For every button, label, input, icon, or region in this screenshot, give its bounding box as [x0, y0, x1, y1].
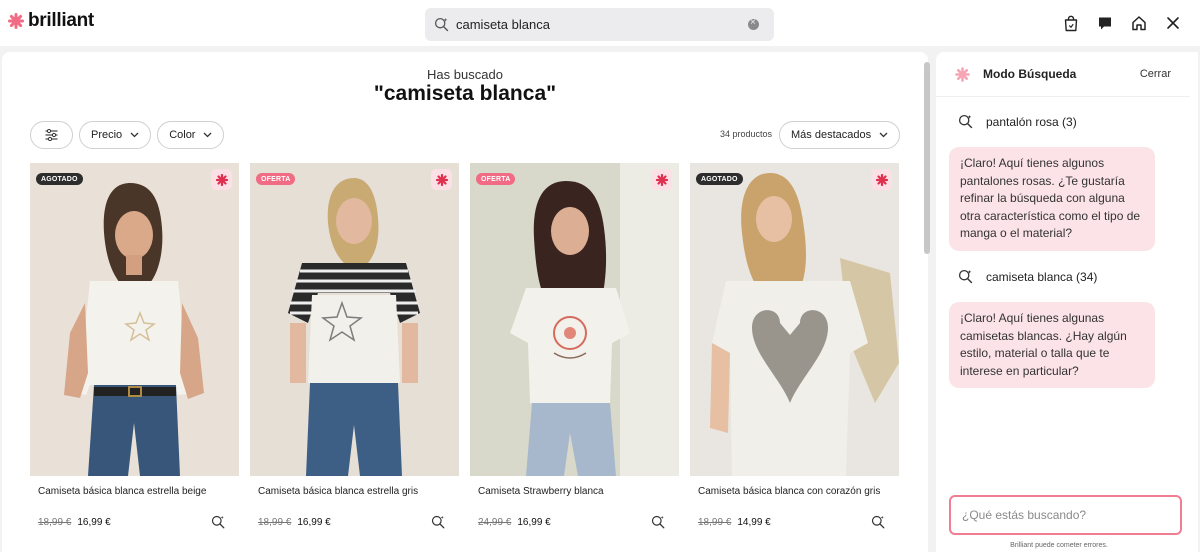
- sort-label: Más destacados: [791, 129, 872, 141]
- price-filter-label: Precio: [91, 129, 123, 141]
- header-actions: [1062, 14, 1182, 32]
- old-price: 18,99 €: [258, 517, 292, 528]
- sale-badge: OFERTA: [256, 173, 296, 185]
- sliders-icon: [45, 129, 58, 141]
- brilliant-badge-icon: [431, 169, 452, 190]
- old-price: 24,99 €: [478, 517, 512, 528]
- old-price: 18,99 €: [38, 517, 72, 528]
- assistant-message: ¡Claro! Aquí tienes algunos pantalones r…: [949, 147, 1155, 251]
- product-title[interactable]: Camiseta Strawberry blanca: [478, 486, 604, 497]
- current-price: 16,99 €: [517, 517, 551, 528]
- chevron-down-icon: [879, 132, 888, 138]
- close-assistant-button[interactable]: Cerrar: [1140, 68, 1171, 80]
- product-prices: 18,99 € 16,99 €: [38, 517, 111, 528]
- product-prices: 18,99 € 14,99 €: [698, 517, 771, 528]
- current-price: 16,99 €: [297, 517, 331, 528]
- brilliant-badge-icon: [871, 169, 892, 190]
- filters-button[interactable]: [30, 121, 73, 149]
- close-icon[interactable]: [1164, 14, 1182, 32]
- results-panel: Has buscado "camiseta blanca" Precio Col…: [2, 52, 928, 552]
- product-prices: 18,99 € 16,99 €: [258, 517, 331, 528]
- searched-query: "camiseta blanca": [373, 82, 557, 105]
- color-filter-label: Color: [169, 129, 196, 141]
- product-title[interactable]: Camiseta básica blanca estrella beige: [38, 486, 206, 497]
- find-similar-icon[interactable]: [651, 515, 665, 534]
- ai-search-icon: [434, 17, 449, 32]
- assistant-input[interactable]: [949, 495, 1182, 535]
- top-bar: brilliant camiseta blanca: [0, 0, 1200, 46]
- clear-search-icon[interactable]: [748, 17, 759, 30]
- search-assistant-panel: Modo Búsqueda Cerrar pantalón rosa (3) ¡…: [936, 52, 1198, 552]
- assistant-message: ¡Claro! Aquí tienes algunas camisetas bl…: [949, 302, 1155, 389]
- product-card[interactable]: OFERTA Camiseta básica blanca estrella g…: [250, 163, 459, 543]
- results-scrollbar[interactable]: [924, 62, 930, 254]
- ai-disclaimer: Brilliant puede cometer errores.: [1010, 542, 1108, 549]
- price-filter[interactable]: Precio: [79, 121, 152, 149]
- stock-badge: AGOTADO: [36, 173, 83, 185]
- brilliant-mode-icon: [955, 67, 970, 82]
- current-price: 14,99 €: [737, 517, 771, 528]
- filter-bar: Precio Color: [30, 121, 225, 149]
- search-input[interactable]: camiseta blanca: [456, 17, 748, 32]
- product-title[interactable]: Camiseta básica blanca estrella gris: [258, 486, 418, 497]
- brilliant-badge-icon: [211, 169, 232, 190]
- product-image[interactable]: AGOTADO: [30, 163, 239, 476]
- brand-logo-icon: [8, 13, 24, 29]
- product-image[interactable]: AGOTADO: [690, 163, 899, 476]
- chat-query-text: pantalón rosa (3): [986, 114, 1077, 129]
- sort-dropdown[interactable]: Más destacados: [779, 121, 901, 149]
- brand-name: brilliant: [28, 10, 94, 31]
- product-image[interactable]: OFERTA: [250, 163, 459, 476]
- find-similar-icon[interactable]: [871, 515, 885, 534]
- stock-badge: AGOTADO: [696, 173, 743, 185]
- product-image[interactable]: OFERTA: [470, 163, 679, 476]
- product-title[interactable]: Camiseta básica blanca con corazón gris: [698, 486, 880, 497]
- chat-query[interactable]: pantalón rosa (3): [958, 114, 1077, 129]
- old-price: 18,99 €: [698, 517, 732, 528]
- find-similar-icon[interactable]: [431, 515, 445, 534]
- product-prices: 24,99 € 16,99 €: [478, 517, 551, 528]
- shopping-bag-icon[interactable]: [1062, 14, 1080, 32]
- assistant-header: Modo Búsqueda Cerrar: [936, 52, 1190, 97]
- assistant-title: Modo Búsqueda: [983, 67, 1077, 81]
- current-price: 16,99 €: [77, 517, 111, 528]
- product-card[interactable]: AGOTADO Camiseta básica blanca estrella …: [30, 163, 239, 543]
- product-card[interactable]: OFERTA Camiseta Strawberry blanca 24,99 …: [470, 163, 679, 543]
- chat-icon[interactable]: [1096, 14, 1114, 32]
- ai-search-icon: [958, 114, 973, 129]
- brand-logo[interactable]: brilliant: [8, 10, 94, 32]
- chat-query-text: camiseta blanca (34): [986, 269, 1098, 284]
- brilliant-badge-icon: [651, 169, 672, 190]
- product-count: 34 productos: [720, 129, 773, 139]
- ai-search-icon: [958, 269, 973, 284]
- find-similar-icon[interactable]: [211, 515, 225, 534]
- color-filter[interactable]: Color: [157, 121, 225, 149]
- home-icon[interactable]: [1130, 14, 1148, 32]
- searched-label: Has buscado: [427, 67, 503, 82]
- product-card[interactable]: AGOTADO Camiseta básica blanca con coraz…: [690, 163, 899, 543]
- sale-badge: OFERTA: [476, 173, 516, 185]
- chevron-down-icon: [204, 132, 212, 138]
- chat-query[interactable]: camiseta blanca (34): [958, 269, 1097, 284]
- search-bar[interactable]: camiseta blanca: [425, 8, 774, 41]
- chevron-down-icon: [130, 132, 139, 138]
